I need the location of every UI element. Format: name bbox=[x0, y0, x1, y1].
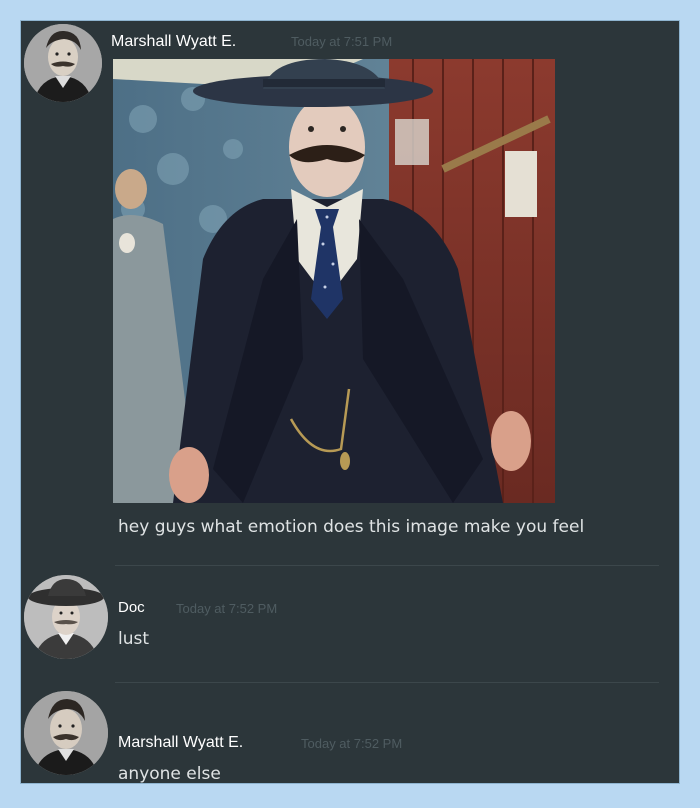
message-text: hey guys what emotion does this image ma… bbox=[118, 517, 585, 537]
username[interactable]: Marshall Wyatt E. bbox=[111, 33, 236, 51]
avatar[interactable] bbox=[24, 691, 108, 775]
message-group: Marshall Wyatt E. Today at 7:52 PM anyon… bbox=[21, 683, 679, 784]
timestamp: Today at 7:51 PM bbox=[291, 34, 393, 49]
message-group: Marshall Wyatt E. Today at 7:51 PM hey g… bbox=[21, 21, 679, 569]
chat-panel: Marshall Wyatt E. Today at 7:51 PM hey g… bbox=[20, 20, 680, 784]
username[interactable]: Marshall Wyatt E. bbox=[118, 734, 243, 752]
avatar[interactable] bbox=[24, 575, 108, 659]
message-divider bbox=[115, 565, 659, 566]
avatar[interactable] bbox=[24, 24, 102, 102]
message-group: Doc Today at 7:52 PM lust bbox=[21, 569, 679, 682]
image-attachment[interactable] bbox=[113, 59, 555, 503]
username[interactable]: Doc bbox=[118, 599, 145, 616]
timestamp: Today at 7:52 PM bbox=[301, 736, 403, 751]
timestamp: Today at 7:52 PM bbox=[176, 601, 278, 616]
message-text: lust bbox=[118, 629, 150, 649]
message-text: anyone else bbox=[118, 764, 221, 784]
